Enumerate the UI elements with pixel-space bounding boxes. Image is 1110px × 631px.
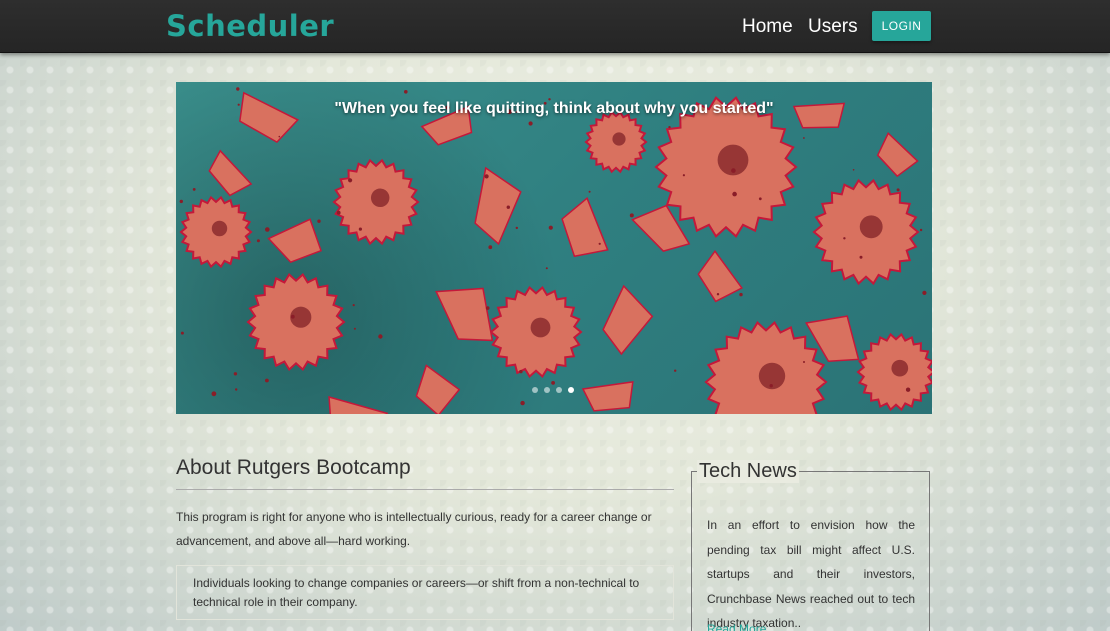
- shaving-fragment: [474, 166, 522, 246]
- brand-logo[interactable]: Scheduler: [166, 9, 334, 43]
- graphite-speck: [265, 227, 270, 232]
- read-more-link[interactable]: Read More: [707, 622, 766, 631]
- graphite-speck: [506, 205, 510, 209]
- graphite-speck: [548, 225, 553, 230]
- graphite-speck: [336, 210, 341, 215]
- graphite-speck: [235, 388, 238, 391]
- carousel-dot[interactable]: [568, 387, 574, 393]
- carousel-dot[interactable]: [544, 387, 550, 393]
- graphite-speck: [598, 242, 601, 245]
- graphite-speck: [859, 255, 863, 259]
- about-paragraph: This program is right for anyone who is …: [176, 510, 652, 548]
- shaving-fragment: [208, 149, 253, 197]
- tech-news-body: In an effort to envision how the pending…: [707, 518, 915, 630]
- tech-news-heading: Tech News: [697, 460, 799, 483]
- graphite-speck: [732, 191, 737, 197]
- about-heading: About Rutgers Bootcamp: [176, 456, 411, 479]
- graphite-speck: [843, 237, 846, 240]
- graphite-speck: [716, 293, 720, 296]
- graphite-speck: [236, 87, 240, 91]
- graphite-speck: [179, 199, 183, 204]
- graphite-speck: [265, 378, 269, 383]
- shaving-fragment: [602, 284, 654, 356]
- graphite-speck: [905, 387, 911, 392]
- graphite-speck: [317, 219, 321, 223]
- graphite-speck: [378, 334, 383, 339]
- shaving-fragment: [876, 131, 919, 178]
- graphite-speck: [919, 228, 923, 232]
- shaving-core: [530, 317, 551, 338]
- graphite-speck: [211, 391, 217, 397]
- nav-users-link[interactable]: Users: [808, 16, 858, 38]
- graphite-speck: [674, 369, 677, 372]
- shaving-fragment: [697, 249, 743, 303]
- graphite-speck: [290, 314, 295, 319]
- shaving-core: [612, 132, 626, 146]
- nav-home-link[interactable]: Home: [742, 16, 793, 38]
- shaving-fragment: [415, 364, 461, 414]
- graphite-speck: [404, 90, 408, 94]
- graphite-speck: [758, 197, 762, 201]
- shaving-fragment: [328, 396, 389, 414]
- graphite-speck: [588, 190, 591, 193]
- graphite-speck: [520, 400, 525, 406]
- graphite-speck: [519, 369, 523, 374]
- graphite-speck: [629, 213, 634, 218]
- graphite-speck: [233, 372, 238, 376]
- graphite-speck: [256, 239, 260, 243]
- graphite-speck: [488, 245, 493, 250]
- graphite-speck: [668, 126, 671, 129]
- carousel-dot[interactable]: [532, 387, 538, 393]
- graphite-speck: [353, 327, 356, 330]
- graphite-speck: [545, 267, 548, 270]
- shaving-fragment: [581, 380, 634, 412]
- graphite-speck: [515, 226, 518, 230]
- shaving-fragment: [561, 196, 609, 258]
- graphite-speck: [682, 174, 685, 177]
- graphite-speck: [348, 178, 353, 183]
- about-divider: [176, 489, 674, 490]
- about-blockquote: Individuals looking to change companies …: [176, 565, 674, 620]
- login-button[interactable]: LOGIN: [872, 11, 931, 41]
- carousel-dot[interactable]: [556, 387, 562, 393]
- graphite-speck: [769, 384, 773, 388]
- shaving-core: [891, 359, 909, 377]
- graphite-speck: [352, 304, 355, 307]
- graphite-speck: [551, 381, 555, 385]
- graphite-speck: [278, 135, 281, 138]
- pencil-shavings-image: [179, 87, 932, 414]
- carousel-indicators: [532, 387, 574, 393]
- shaving-core: [211, 220, 228, 237]
- graphite-speck: [803, 137, 805, 139]
- graphite-speck: [852, 169, 855, 171]
- graphite-speck: [192, 188, 196, 191]
- navbar: Scheduler Home Users LOGIN: [0, 0, 1110, 53]
- graphite-speck: [358, 227, 362, 231]
- shaving-fragment: [435, 287, 494, 342]
- shaving-core: [859, 215, 883, 239]
- slide-caption: "When you feel like quitting, think abou…: [334, 100, 774, 117]
- image-carousel[interactable]: "When you feel like quitting, think abou…: [176, 82, 932, 414]
- graphite-speck: [896, 188, 900, 192]
- graphite-speck: [922, 290, 927, 295]
- graphite-speck: [731, 168, 736, 173]
- graphite-speck: [739, 292, 743, 297]
- graphite-speck: [485, 306, 490, 310]
- graphite-speck: [803, 361, 805, 363]
- graphite-speck: [528, 121, 533, 126]
- shaving-core: [370, 188, 390, 208]
- graphite-speck: [484, 174, 489, 179]
- graphite-speck: [180, 331, 184, 335]
